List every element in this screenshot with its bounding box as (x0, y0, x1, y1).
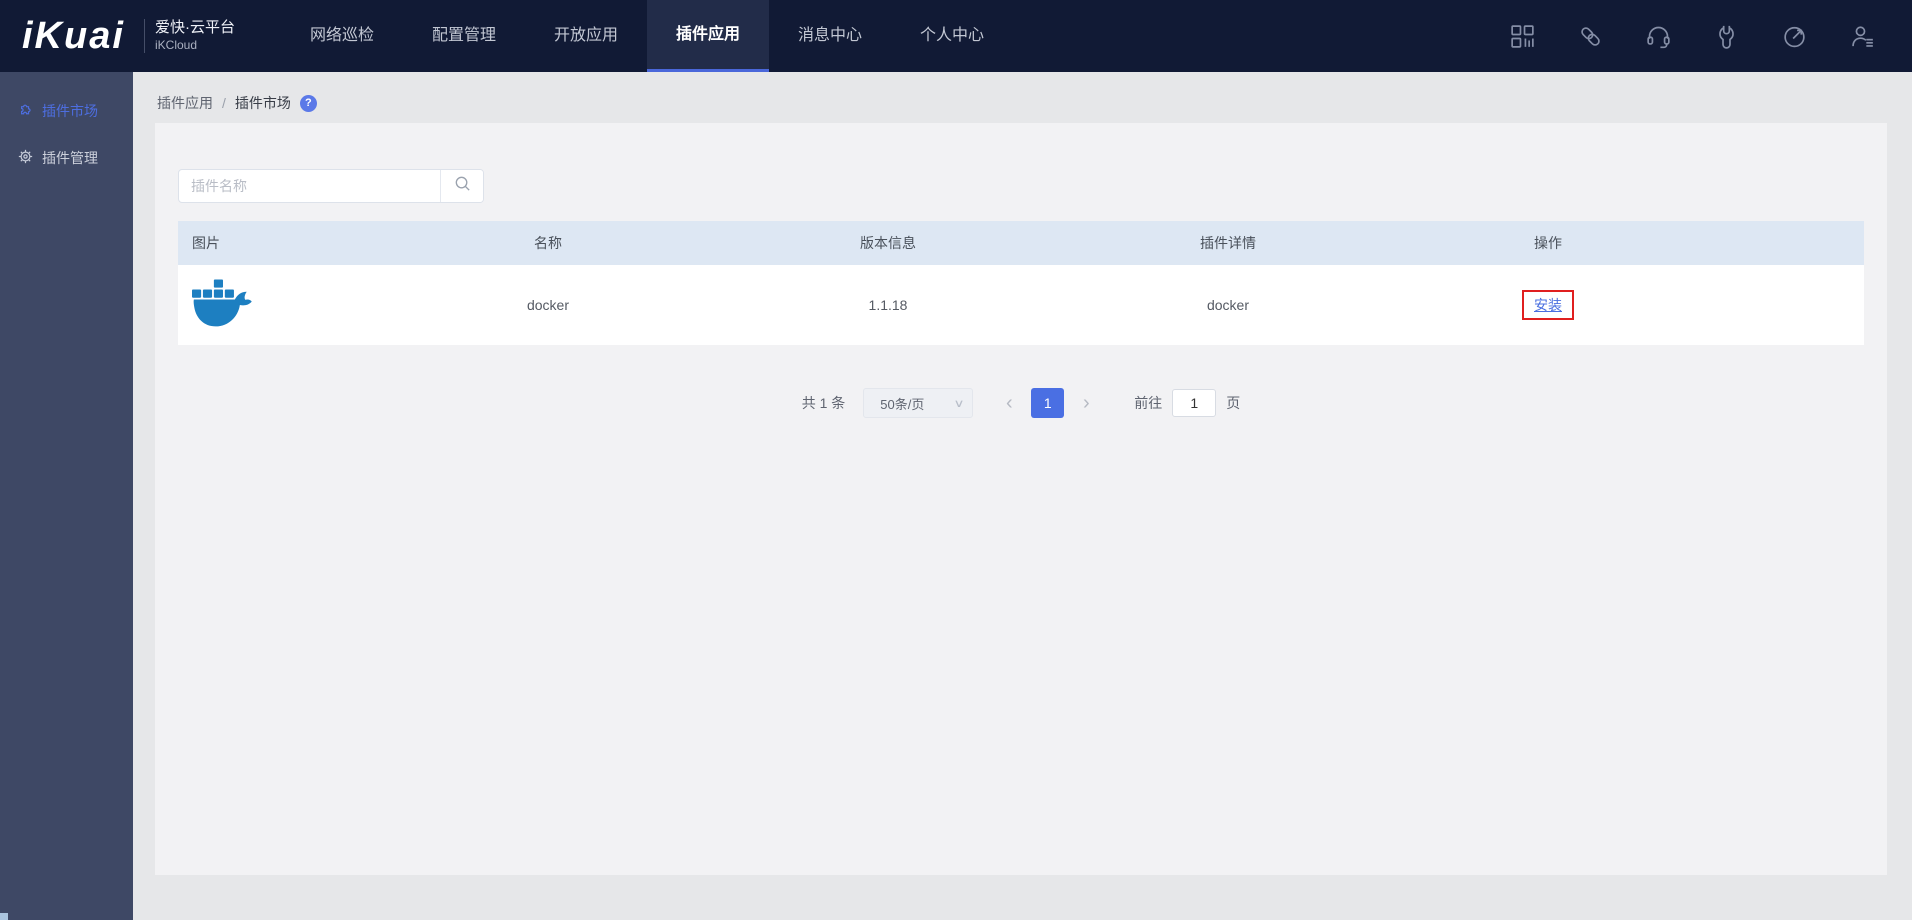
table-row: docker 1.1.18 docker 安装 (178, 265, 1864, 345)
nav-tab-config-management[interactable]: 配置管理 (403, 0, 525, 72)
nav-tab-open-apps[interactable]: 开放应用 (525, 0, 647, 72)
plugin-name-cell: docker (526, 297, 570, 313)
nav-tab-plugin-apps[interactable]: 插件应用 (647, 0, 769, 72)
top-navbar: iKuai 爱快·云平台 iKCloud 网络巡检 配置管理 开放应用 插件应用… (0, 0, 1912, 72)
next-page-button[interactable]: › (1074, 388, 1098, 418)
platform-title: 爱快·云平台 iKCloud (155, 19, 235, 53)
sidebar-item-plugin-market[interactable]: 插件市场 (0, 87, 133, 134)
breadcrumb: 插件应用 / 插件市场 ? (157, 93, 317, 113)
nav-tab-message-center[interactable]: 消息中心 (769, 0, 891, 72)
apps-grid-icon[interactable] (1509, 23, 1536, 50)
scrollbar-corner[interactable] (0, 913, 8, 920)
goto-page-group: 前往 页 (1134, 389, 1240, 417)
search-input[interactable] (179, 170, 440, 202)
breadcrumb-current: 插件市场 (234, 95, 291, 111)
col-header-action: 操作 (1534, 235, 1562, 251)
docker-logo-icon (192, 278, 378, 332)
col-header-detail: 插件详情 (1200, 235, 1256, 251)
chevron-down-icon: ∨ (953, 397, 965, 410)
annotation-highlight-box: 安装 (1522, 290, 1574, 320)
nav-tab-network-inspection[interactable]: 网络巡检 (281, 0, 403, 72)
goto-unit: 页 (1226, 395, 1241, 411)
platform-name: 爱快·云平台 (155, 19, 235, 37)
page-size-value: 50条/页 (880, 396, 925, 412)
wrench-icon[interactable] (1713, 23, 1740, 50)
col-header-image: 图片 (192, 235, 220, 251)
col-header-name: 名称 (534, 235, 562, 251)
link-icon[interactable] (1577, 23, 1604, 50)
sidebar-item-label: 插件管理 (42, 149, 98, 166)
col-header-version: 版本信息 (860, 235, 916, 251)
plugin-detail-cell: docker (1206, 297, 1250, 313)
search-icon (453, 174, 472, 198)
breadcrumb-separator: / (222, 95, 226, 111)
puzzle-icon (17, 101, 34, 121)
plugin-version-cell: 1.1.18 (868, 297, 908, 313)
main-nav: 网络巡检 配置管理 开放应用 插件应用 消息中心 个人中心 (281, 0, 1013, 72)
page-size-select[interactable]: 50条/页 ∨ (863, 388, 974, 418)
navbar-icon-group (1509, 0, 1876, 72)
search-button[interactable] (440, 170, 483, 202)
user-menu-icon[interactable] (1849, 23, 1876, 50)
page-number-current[interactable]: 1 (1031, 388, 1065, 418)
help-icon[interactable]: ? (299, 94, 317, 112)
content-area: 插件应用 / 插件市场 ? 插件名称 图片 名称 版本信息 插件详情 操作 do… (133, 72, 1912, 920)
goto-label: 前往 (1134, 395, 1163, 411)
install-link[interactable]: 安装 (1534, 297, 1562, 313)
app-window: iKuai 爱快·云平台 iKCloud 网络巡检 配置管理 开放应用 插件应用… (0, 0, 1912, 920)
sidebar-item-plugin-management[interactable]: 插件管理 (0, 134, 133, 181)
search-box (178, 169, 484, 203)
prev-page-button[interactable]: ‹ (997, 388, 1021, 418)
platform-subtitle: iKCloud (155, 37, 198, 52)
ikuai-logo: iKuai (22, 14, 125, 57)
breadcrumb-parent[interactable]: 插件应用 (157, 93, 213, 113)
pagination-total: 共 1 条 (801, 395, 846, 411)
gauge-icon[interactable] (1781, 23, 1808, 50)
plugin-action-cell: 安装 (1398, 290, 1698, 320)
sidebar: 插件市场 插件管理 (0, 72, 133, 920)
plugin-image-cell (178, 278, 378, 332)
sidebar-item-label: 插件市场 (42, 102, 98, 119)
pagination: 共 1 条 50条/页 ∨ ‹ 1 › 前往 页 (155, 388, 1887, 418)
plugin-table: 图片 名称 版本信息 插件详情 操作 docker 1.1.18 docker … (178, 221, 1864, 345)
plugin-market-card: 图片 名称 版本信息 插件详情 操作 (155, 123, 1887, 875)
brand-divider (144, 19, 145, 53)
table-header: 图片 名称 版本信息 插件详情 操作 (178, 221, 1864, 265)
gear-icon (17, 148, 34, 168)
headset-icon[interactable] (1645, 23, 1672, 50)
goto-page-input[interactable] (1172, 389, 1217, 417)
nav-tab-personal-center[interactable]: 个人中心 (891, 0, 1013, 72)
